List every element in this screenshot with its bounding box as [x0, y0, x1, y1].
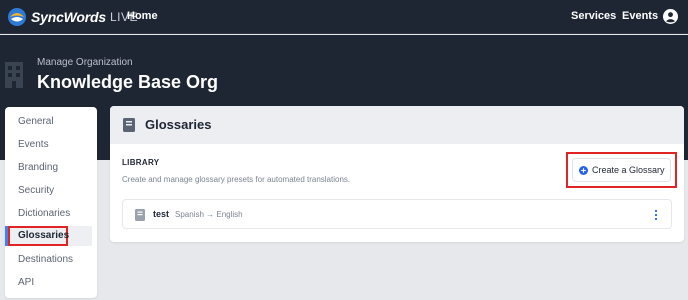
logo-wordmark: SyncWords: [31, 9, 106, 25]
sidebar-item-general[interactable]: General: [18, 115, 54, 129]
glossary-name[interactable]: test: [153, 209, 169, 219]
manage-organization-label: Manage Organization: [37, 57, 133, 68]
nav-events-link[interactable]: Events: [622, 10, 658, 22]
library-heading: LIBRARY: [122, 158, 160, 167]
top-navbar: SyncWords LIVE Home Services Events: [0, 0, 688, 34]
nav-services-link[interactable]: Services: [571, 10, 616, 22]
glossary-list-item[interactable]: test Spanish → English: [122, 199, 672, 229]
book-icon: [135, 209, 145, 221]
sidebar-item-destinations[interactable]: Destinations: [18, 253, 73, 267]
sidebar-item-branding[interactable]: Branding: [18, 161, 58, 175]
highlight-box-create: Create a Glossary: [566, 152, 677, 188]
create-glossary-button[interactable]: Create a Glossary: [572, 158, 671, 182]
user-account-icon[interactable]: [663, 9, 678, 24]
building-icon: [5, 62, 23, 88]
glossaries-card: Glossaries LIBRARY Create and manage glo…: [110, 106, 684, 242]
glossary-languages: Spanish → English: [175, 210, 243, 219]
create-glossary-label: Create a Glossary: [592, 165, 665, 175]
nav-home-link[interactable]: Home: [127, 10, 158, 22]
settings-sidebar: General Events Branding Security Diction…: [5, 107, 97, 298]
sidebar-item-security[interactable]: Security: [18, 184, 54, 198]
syncwords-logo[interactable]: SyncWords LIVE: [7, 7, 138, 27]
sidebar-item-dictionaries[interactable]: Dictionaries: [18, 207, 70, 221]
sidebar-item-glossaries[interactable]: Glossaries: [14, 228, 73, 246]
book-icon: [123, 118, 135, 132]
plus-circle-icon: [579, 165, 588, 175]
page-title: Knowledge Base Org: [37, 72, 219, 92]
syncwords-logo-icon: [8, 8, 26, 26]
more-options-icon[interactable]: [653, 209, 659, 221]
card-header: Glossaries: [110, 106, 684, 144]
sidebar-item-api[interactable]: API: [18, 276, 34, 290]
library-description: Create and manage glossary presets for a…: [122, 175, 351, 184]
card-title: Glossaries: [145, 117, 212, 132]
sidebar-item-events[interactable]: Events: [18, 138, 49, 152]
